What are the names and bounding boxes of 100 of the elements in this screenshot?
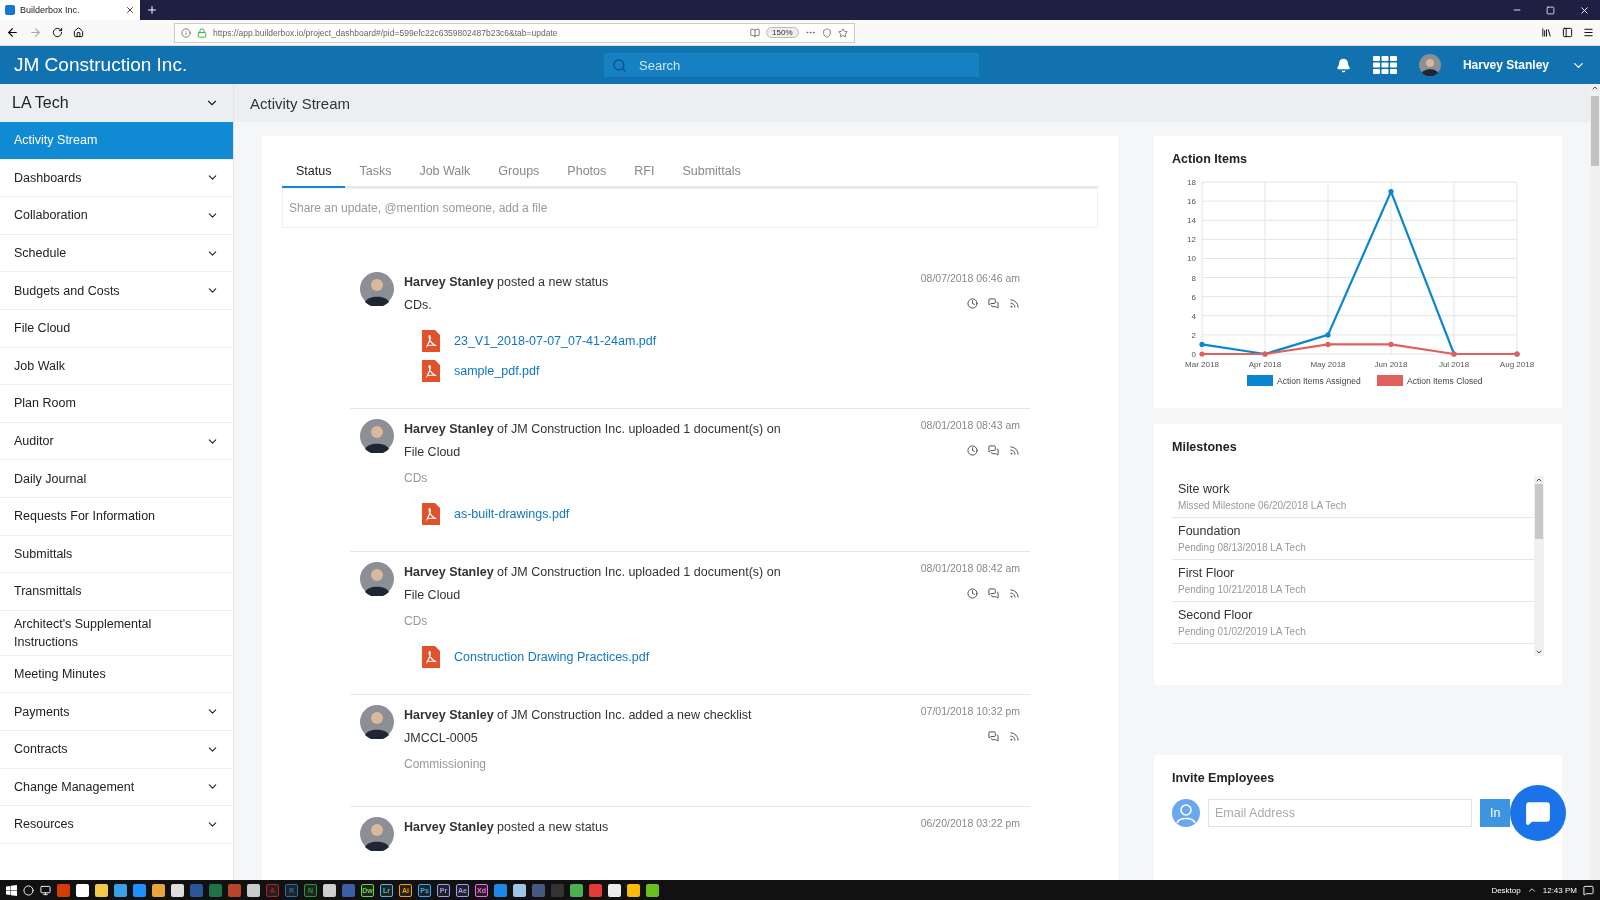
new-tab-icon[interactable] [146, 4, 158, 16]
legend-label: Action Items Closed [1407, 376, 1483, 386]
activity-date: 08/07/2018 06:46 am [920, 272, 1020, 284]
lock-icon [197, 27, 207, 38]
rss-icon[interactable] [1009, 298, 1020, 309]
email-field[interactable]: Email Address [1208, 799, 1472, 828]
shield-icon[interactable] [821, 27, 832, 38]
activity-tag: Commissioning [404, 757, 1020, 771]
library-icon[interactable] [1541, 27, 1552, 38]
taskbar-app-icon[interactable] [513, 883, 526, 897]
desktop-label[interactable]: Desktop [1491, 885, 1521, 895]
activity-date: 06/20/2018 03:22 pm [920, 817, 1020, 829]
comments-icon[interactable] [988, 445, 999, 456]
milestone-name: First Floor [1178, 566, 1236, 580]
file-link[interactable]: 23_V1_2018-07-07_07-41-24am.pdf [454, 334, 657, 348]
task-view-icon[interactable] [40, 884, 51, 896]
pdf-icon [422, 330, 440, 352]
taskbar-app-icon[interactable] [95, 883, 108, 897]
tab[interactable]: Tasks [345, 156, 406, 188]
taskbar-app-icon[interactable] [323, 883, 336, 897]
close-icon[interactable] [1579, 4, 1590, 16]
taskbar-app-icon[interactable] [133, 883, 146, 897]
browser-tab[interactable]: Builderbox Inc. [0, 0, 140, 20]
y-tick-label: 16 [1187, 197, 1196, 207]
tab[interactable]: Submittals [668, 156, 755, 188]
maximize-icon[interactable] [1546, 5, 1555, 15]
tab[interactable]: Job Walk [405, 156, 485, 188]
user-name[interactable]: Harvey Stanley [1462, 58, 1549, 72]
y-tick-label: 6 [1191, 292, 1196, 302]
clock-icon[interactable] [967, 445, 978, 456]
tab[interactable]: Status [282, 156, 346, 188]
notifications-icon[interactable] [1583, 884, 1594, 896]
taskbar-app-icon[interactable] [76, 883, 89, 897]
home-icon[interactable] [73, 27, 84, 38]
activity-subtitle: JMCCL-0005 [404, 731, 478, 745]
apps-grid-icon[interactable] [1372, 56, 1397, 74]
close-icon[interactable] [125, 5, 135, 15]
zoom-level[interactable]: 150% [766, 27, 799, 38]
x-tick-label: Aug 2018 [1499, 360, 1535, 369]
user-avatar[interactable] [1418, 54, 1441, 76]
scrollbar-thumb[interactable] [1535, 484, 1543, 539]
taskbar-app-icon[interactable] [171, 883, 184, 897]
file-link[interactable]: sample_pdf.pdf [454, 364, 540, 378]
comments-icon[interactable] [988, 588, 999, 599]
tab[interactable]: Photos [553, 156, 621, 188]
rss-icon[interactable] [1009, 588, 1020, 599]
tab[interactable]: RFI [620, 156, 669, 188]
scroll-down-icon[interactable] [1535, 648, 1543, 656]
rss-icon[interactable] [1009, 445, 1020, 456]
tab[interactable]: Groups [484, 156, 554, 188]
sidebar-item[interactable]: Activity Stream [0, 122, 233, 160]
y-tick-label: 4 [1191, 311, 1196, 321]
taskbar-app-icon[interactable] [646, 883, 659, 897]
back-icon[interactable] [6, 26, 19, 39]
activity-text: Harvey Stanley of JM Construction Inc. added a new checklist [404, 707, 752, 724]
clock[interactable]: 12:43 PM [1542, 885, 1577, 895]
search-icon[interactable] [23, 884, 34, 896]
search-icon [612, 57, 627, 73]
windows-logo-icon[interactable] [6, 884, 17, 896]
scroll-up-icon[interactable] [1591, 84, 1599, 92]
clock-icon[interactable] [967, 588, 978, 599]
menu-icon[interactable] [1583, 27, 1594, 38]
user-placeholder-icon [1172, 799, 1200, 828]
comments-icon[interactable] [988, 298, 999, 309]
taskbar-app-icon[interactable] [608, 883, 621, 897]
project-selector[interactable]: LA Tech [0, 84, 233, 122]
y-tick-label: 14 [1187, 216, 1196, 226]
scroll-up-icon[interactable] [1535, 476, 1543, 484]
x-tick-label: May 2018 [1310, 360, 1346, 369]
y-tick-label: 8 [1191, 273, 1196, 283]
rss-icon[interactable] [1009, 731, 1020, 742]
reader-icon[interactable] [750, 27, 761, 38]
tab-title: Builderbox Inc. [20, 5, 81, 15]
activity-tag: CDs [404, 471, 1020, 485]
file-link[interactable]: Construction Drawing Practices.pdf [454, 650, 650, 664]
star-icon[interactable] [837, 27, 848, 38]
y-tick-label: 0 [1191, 350, 1196, 359]
avatar [360, 419, 394, 453]
card-title: Milestones [1172, 440, 1238, 454]
bell-icon[interactable] [1335, 57, 1351, 73]
activity-text: Harvey Stanley posted a new status [404, 819, 609, 836]
address-bar[interactable]: https://app.builderbox.io/project_dashboard#/pid=599efc22c6359802487b23c6&tab=update 150% [174, 22, 855, 43]
reload-icon[interactable] [52, 27, 63, 38]
comments-icon[interactable] [988, 731, 999, 742]
taskbar-app-icon[interactable] [570, 883, 583, 897]
milestone-detail: Pending 08/13/2018 LA Tech [1178, 542, 1307, 553]
chat-icon [1525, 800, 1551, 827]
milestone-detail: Pending 01/02/2019 LA Tech [1178, 626, 1307, 637]
activity-subtitle: File Cloud [404, 588, 461, 602]
taskbar-app-icon[interactable] [627, 883, 640, 897]
sidebar-icon[interactable] [1562, 27, 1573, 38]
taskbar-app-icon[interactable] [152, 883, 165, 897]
taskbar-app-icon[interactable] [247, 883, 260, 897]
scrollbar-thumb[interactable] [1591, 96, 1599, 166]
file-link[interactable]: as-built-drawings.pdf [454, 507, 570, 521]
taskbar-app-icon[interactable] [114, 883, 127, 897]
clock-icon[interactable] [967, 298, 978, 309]
x-tick-label: Apr 2018 [1248, 360, 1282, 369]
pdf-icon [422, 646, 440, 668]
tray-chevron-icon[interactable] [1526, 885, 1537, 895]
